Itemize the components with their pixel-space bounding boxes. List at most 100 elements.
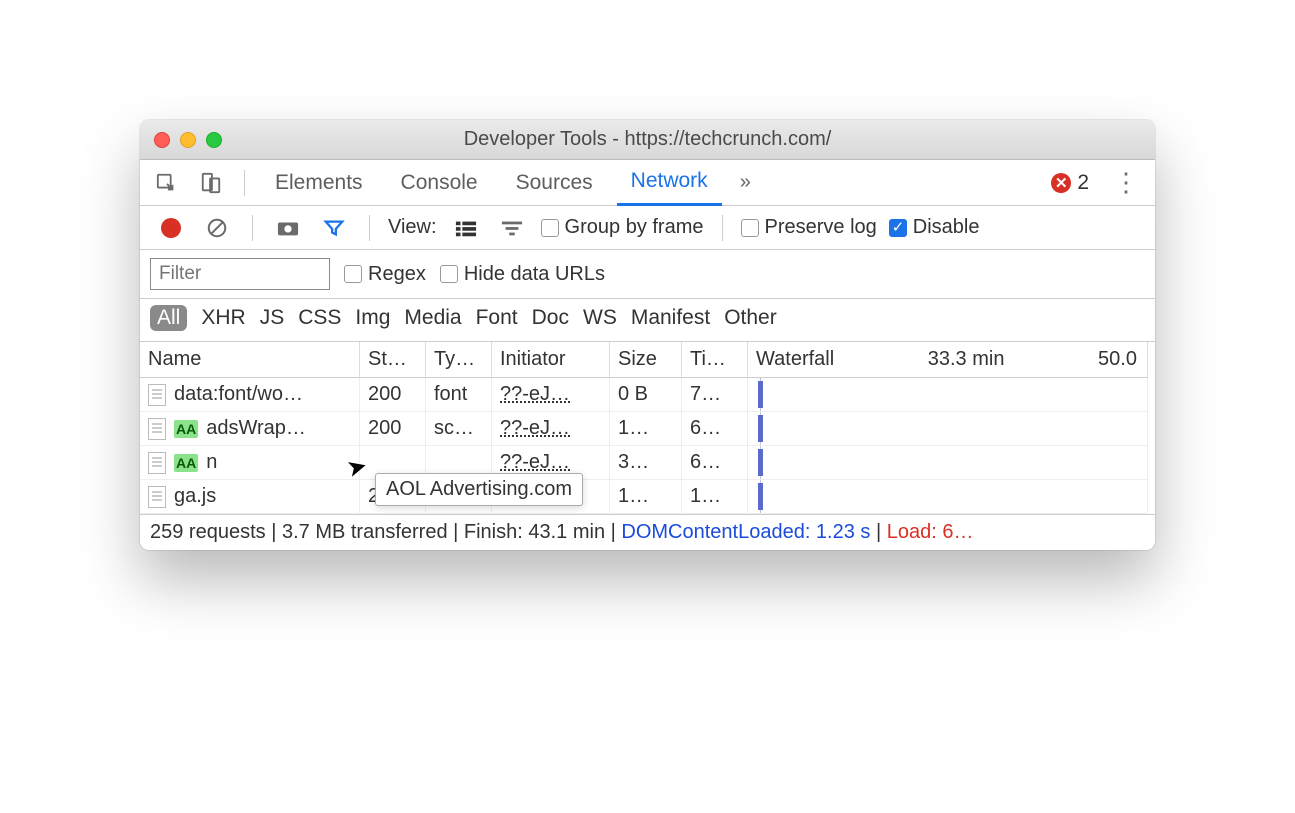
status-requests: 259 requests <box>150 521 266 543</box>
checkbox-icon <box>541 219 559 237</box>
file-icon <box>148 384 166 406</box>
tab-elements[interactable]: Elements <box>261 160 377 206</box>
group-by-frame-label: Group by frame <box>565 216 704 239</box>
minimize-window-button[interactable] <box>180 132 196 148</box>
tooltip: AOL Advertising.com <box>375 473 583 506</box>
request-name: data:font/wo… <box>174 383 303 406</box>
status-load: Load: 6… <box>887 521 974 543</box>
window-title: Developer Tools - https://techcrunch.com… <box>140 128 1155 151</box>
type-filter-doc[interactable]: Doc <box>532 306 569 330</box>
tab-sources[interactable]: Sources <box>502 160 607 206</box>
error-count[interactable]: ✕ 2 <box>1051 171 1089 195</box>
tab-network[interactable]: Network <box>617 160 722 206</box>
type-filter-other[interactable]: Other <box>724 306 777 330</box>
table-row-status[interactable]: 200 <box>360 378 426 412</box>
traffic-lights <box>154 132 222 148</box>
regex-toggle[interactable]: Regex <box>344 263 426 286</box>
tab-console[interactable]: Console <box>387 160 492 206</box>
table-row-size[interactable]: 1… <box>610 412 682 446</box>
filter-toggle-icon[interactable] <box>317 213 351 243</box>
table-row-time[interactable]: 1… <box>682 480 748 514</box>
table-row-name[interactable]: ga.js <box>140 480 360 514</box>
request-name: ga.js <box>174 485 216 508</box>
type-filter-xhr[interactable]: XHR <box>201 306 245 330</box>
type-filter-img[interactable]: Img <box>355 306 390 330</box>
col-size[interactable]: Size <box>610 342 682 378</box>
table-row-size[interactable]: 1… <box>610 480 682 514</box>
settings-menu-icon[interactable]: ⋮ <box>1099 167 1145 198</box>
table-row-waterfall[interactable] <box>748 378 1148 412</box>
more-tabs-chevron-icon[interactable]: » <box>732 171 759 194</box>
file-icon <box>148 486 166 508</box>
table-row-name[interactable]: AA n <box>140 446 360 480</box>
checkbox-icon <box>741 219 759 237</box>
zoom-window-button[interactable] <box>206 132 222 148</box>
type-filter-ws[interactable]: WS <box>583 306 617 330</box>
table-row-name[interactable]: data:font/wo… <box>140 378 360 412</box>
type-filter-css[interactable]: CSS <box>298 306 341 330</box>
divider <box>722 215 723 241</box>
table-row-waterfall[interactable] <box>748 480 1148 514</box>
divider <box>252 215 253 241</box>
type-filter-media[interactable]: Media <box>404 306 461 330</box>
request-name: n <box>206 451 217 474</box>
titlebar: Developer Tools - https://techcrunch.com… <box>140 120 1155 160</box>
col-status[interactable]: St… <box>360 342 426 378</box>
checkbox-checked-icon <box>889 219 907 237</box>
table-row-waterfall[interactable] <box>748 446 1148 480</box>
disable-cache-label: Disable <box>913 216 980 239</box>
group-by-frame-toggle[interactable]: Group by frame <box>541 216 704 239</box>
status-bar: 259 requests | 3.7 MB transferred | Fini… <box>140 514 1155 550</box>
col-initiator[interactable]: Initiator <box>492 342 610 378</box>
close-window-button[interactable] <box>154 132 170 148</box>
request-name: adsWrap… <box>206 417 306 440</box>
status-transferred: 3.7 MB transferred <box>282 521 448 543</box>
table-row-name[interactable]: AA adsWrap… <box>140 412 360 446</box>
type-filter-bar: All XHR JS CSS Img Media Font Doc WS Manifest Othe… <box>140 299 1155 342</box>
regex-label: Regex <box>368 263 426 286</box>
table-row-initiator[interactable]: ??-eJ… <box>492 412 610 446</box>
table-row-waterfall[interactable] <box>748 412 1148 446</box>
waterfall-tick: 33.3 min <box>928 348 1005 371</box>
capture-screenshots-icon[interactable] <box>271 213 305 243</box>
status-finish: Finish: 43.1 min <box>464 521 605 543</box>
toggle-device-icon[interactable] <box>194 168 228 198</box>
preserve-log-label: Preserve log <box>765 216 877 239</box>
type-filter-js[interactable]: JS <box>260 306 285 330</box>
table-row-size[interactable]: 3… <box>610 446 682 480</box>
table-row-time[interactable]: 7… <box>682 378 748 412</box>
table-row-type[interactable]: sc… <box>426 412 492 446</box>
clear-button[interactable] <box>200 213 234 243</box>
highlight-badge: AA <box>174 454 198 472</box>
table-row-type[interactable]: font <box>426 378 492 412</box>
col-time[interactable]: Ti… <box>682 342 748 378</box>
inspect-element-icon[interactable] <box>150 168 184 198</box>
highlight-badge: AA <box>174 420 198 438</box>
devtools-window: Developer Tools - https://techcrunch.com… <box>140 120 1155 550</box>
table-row-initiator[interactable]: ??-eJ… <box>492 378 610 412</box>
view-large-rows-icon[interactable] <box>449 213 483 243</box>
waterfall-end: 50.0 <box>1098 348 1137 371</box>
panel-tabs: Elements Console Sources Network » ✕ 2 ⋮ <box>140 160 1155 206</box>
filter-bar: Regex Hide data URLs <box>140 250 1155 299</box>
preserve-log-toggle[interactable]: Preserve log <box>741 216 877 239</box>
hide-data-urls-toggle[interactable]: Hide data URLs <box>440 263 605 286</box>
col-waterfall[interactable]: Waterfall 33.3 min 50.0 <box>748 342 1148 378</box>
table-row-time[interactable]: 6… <box>682 446 748 480</box>
waterfall-bar <box>758 483 763 510</box>
disable-cache-toggle[interactable]: Disable <box>889 216 980 239</box>
type-filter-font[interactable]: Font <box>476 306 518 330</box>
network-toolbar: View: Group by frame Preserve log Disabl… <box>140 206 1155 250</box>
table-row-size[interactable]: 0 B <box>610 378 682 412</box>
status-domcontentloaded: DOMContentLoaded: 1.23 s <box>621 521 870 543</box>
type-filter-manifest[interactable]: Manifest <box>631 306 710 330</box>
filter-input[interactable] <box>150 258 330 290</box>
col-type[interactable]: Ty… <box>426 342 492 378</box>
table-row-time[interactable]: 6… <box>682 412 748 446</box>
col-name[interactable]: Name <box>140 342 360 378</box>
waterfall-bar <box>758 449 763 476</box>
record-button[interactable] <box>154 213 188 243</box>
type-filter-all[interactable]: All <box>150 305 187 331</box>
view-overview-icon[interactable] <box>495 213 529 243</box>
table-row-status[interactable]: 200 <box>360 412 426 446</box>
